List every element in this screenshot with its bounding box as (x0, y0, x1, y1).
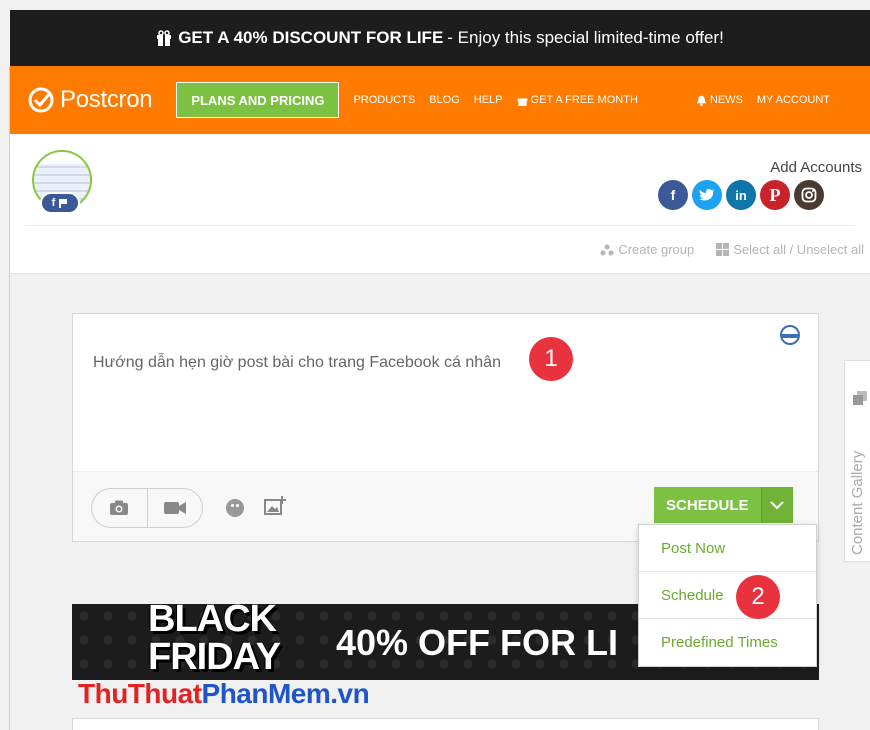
select-all-label: Select all / Unselect all (733, 242, 864, 257)
schedule-button[interactable]: SCHEDULE (654, 487, 761, 523)
banner-offer-text: 40% OFF FOR LI (336, 622, 619, 663)
menu-item-predefined-times[interactable]: Predefined Times (639, 619, 816, 666)
promo-subtext: - Enjoy this special limited-time offer! (447, 28, 724, 47)
banner-black-friday-text: BLACK FRIDAY (148, 604, 281, 678)
visibility-globe-icon[interactable] (780, 325, 800, 345)
social-network-buttons: f in P (658, 180, 824, 210)
accounts-panel: f Add Accounts f in P Create group Selec… (10, 134, 870, 274)
logo-text: Postcron (60, 86, 153, 113)
logo-check-icon (28, 87, 54, 113)
banner-line-black: BLACK (148, 604, 277, 640)
twitter-icon[interactable] (692, 180, 722, 210)
chevron-down-icon (770, 500, 784, 509)
bell-icon (696, 95, 707, 106)
step-marker-1: 1 (529, 337, 573, 381)
schedule-dropdown-toggle[interactable] (760, 487, 793, 523)
nav-links: PRODUCTS BLOG HELP GET A FREE MONTH NEWS… (353, 94, 830, 106)
schedule-split-button: SCHEDULE (654, 487, 793, 523)
watermark-part-3: .vn (330, 678, 370, 709)
gift-icon (517, 97, 527, 106)
banner-line-friday: FRIDAY (148, 636, 281, 678)
promo-headline: GET A 40% DISCOUNT FOR LIFE (178, 28, 444, 47)
create-group-label: Create group (618, 242, 695, 257)
nav-link-products[interactable]: PRODUCTS (353, 94, 415, 106)
nav-link-news[interactable]: NEWS (696, 94, 743, 106)
content-gallery-tab[interactable]: Content Gallery (844, 360, 870, 562)
nav-link-news-label: NEWS (709, 94, 743, 106)
linkedin-icon[interactable]: in (726, 180, 756, 210)
add-accounts-label: Add Accounts (770, 159, 862, 176)
account-tools: Create group Select all / Unselect all (600, 242, 864, 257)
select-all-button[interactable]: Select all / Unselect all (716, 242, 864, 257)
schedule-dropdown-menu: Post Now Schedule 2 Predefined Times (638, 524, 817, 667)
gift-icon (156, 30, 172, 46)
plans-pricing-button[interactable]: PLANS AND PRICING (176, 82, 340, 118)
postcron-logo[interactable]: Postcron (28, 86, 153, 114)
image-gallery-icon[interactable] (264, 496, 286, 521)
facebook-icon[interactable]: f (658, 180, 688, 210)
next-card (72, 718, 819, 730)
flag-icon (59, 199, 68, 208)
accounts-divider (26, 225, 854, 226)
media-buttons (91, 488, 203, 528)
create-group-button[interactable]: Create group (600, 242, 694, 257)
site-watermark: ThuThuatPhanMem.vn (78, 678, 370, 710)
nav-link-free-month[interactable]: GET A FREE MONTH (517, 94, 638, 106)
video-camera-icon (163, 502, 186, 514)
nav-link-blog[interactable]: BLOG (429, 94, 460, 106)
facebook-badge-icon: f (51, 197, 56, 209)
promo-bar[interactable]: GET A 40% DISCOUNT FOR LIFE - Enjoy this… (10, 10, 870, 66)
nav-link-my-account[interactable]: MY ACCOUNT (757, 94, 830, 106)
add-video-button[interactable] (146, 489, 203, 527)
instagram-icon[interactable] (794, 180, 824, 210)
add-photo-button[interactable] (92, 489, 147, 527)
account-network-badge: f (40, 192, 80, 214)
nav-link-free-month-label: GET A FREE MONTH (530, 94, 638, 106)
watermark-part-1: ThuThuat (78, 678, 202, 709)
post-text-input[interactable]: Hướng dẫn hẹn giờ post bài cho trang Fac… (93, 354, 501, 372)
top-nav: Postcron PLANS AND PRICING PRODUCTS BLOG… (10, 66, 870, 134)
menu-item-schedule-label: Schedule (661, 586, 724, 604)
menu-item-schedule[interactable]: Schedule 2 (639, 572, 816, 619)
step-marker-2: 2 (736, 575, 780, 619)
pinterest-icon[interactable]: P (760, 180, 790, 210)
menu-item-post-now[interactable]: Post Now (639, 525, 816, 572)
watermark-part-2: PhanMem (201, 678, 331, 709)
camera-icon (110, 500, 129, 515)
page: GET A 40% DISCOUNT FOR LIFE - Enjoy this… (0, 0, 870, 730)
grid-icon (716, 243, 730, 256)
group-icon (600, 244, 614, 255)
emoji-icon[interactable] (226, 499, 244, 517)
content-gallery-label: Content Gallery (849, 450, 866, 555)
nav-link-help[interactable]: HELP (474, 94, 503, 106)
